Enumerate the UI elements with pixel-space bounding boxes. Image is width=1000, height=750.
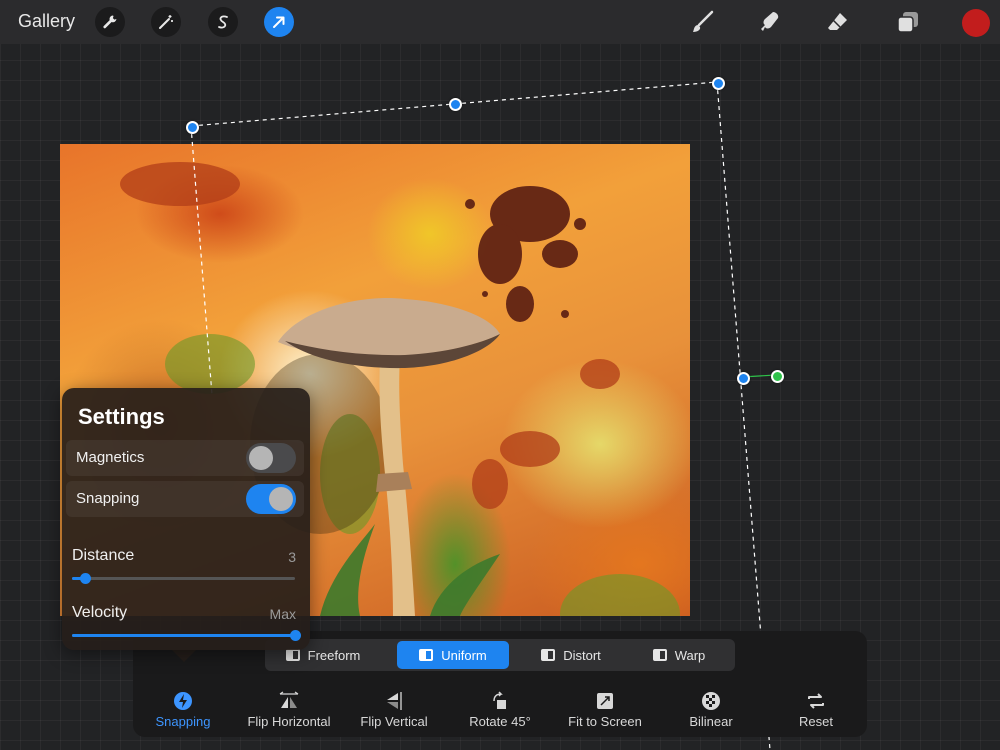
top-toolbar: Gallery xyxy=(0,0,1000,44)
gallery-button[interactable]: Gallery xyxy=(18,11,75,32)
toggle-knob xyxy=(269,487,293,511)
velocity-slider-thumb[interactable] xyxy=(290,630,301,641)
reset-button[interactable]: Reset xyxy=(761,690,871,729)
settings-popover-pointer xyxy=(172,650,196,662)
transform-handle-top-middle[interactable] xyxy=(449,98,462,111)
transform-handle-right-middle[interactable] xyxy=(737,372,750,385)
velocity-label: Velocity xyxy=(72,604,128,621)
magnetics-label: Magnetics xyxy=(76,449,145,466)
transform-arrow-icon[interactable] xyxy=(264,7,294,37)
transform-handle-top-right[interactable] xyxy=(712,77,725,90)
wrench-icon[interactable] xyxy=(95,7,125,37)
settings-popover: Settings Magnetics Snapping Distance 3 V… xyxy=(62,388,310,650)
settings-title: Settings xyxy=(78,404,165,429)
velocity-value: Max xyxy=(269,606,296,622)
brush-icon[interactable] xyxy=(690,9,716,35)
snapping-icon xyxy=(128,690,238,712)
fit-to-screen-button[interactable]: Fit to Screen xyxy=(550,690,660,729)
flip-vertical-button[interactable]: Flip Vertical xyxy=(339,690,449,729)
flip-horizontal-icon xyxy=(234,690,344,712)
eraser-icon[interactable] xyxy=(825,9,851,35)
fit-to-screen-icon xyxy=(550,690,660,712)
distance-value: 3 xyxy=(288,549,296,565)
rotation-handle[interactable] xyxy=(771,370,784,383)
snapping-button[interactable]: Snapping xyxy=(128,690,238,729)
freeform-icon xyxy=(285,649,300,661)
transform-handle-top-left[interactable] xyxy=(186,121,199,134)
bilinear-icon xyxy=(656,690,766,712)
flip-vertical-icon xyxy=(339,690,449,712)
mode-warp[interactable]: Warp xyxy=(623,641,735,669)
magic-wand-icon[interactable] xyxy=(151,7,181,37)
snapping-label: Snapping xyxy=(76,490,140,507)
smudge-icon[interactable] xyxy=(757,9,783,35)
transform-mode-bar: Freeform Uniform Distort Warp xyxy=(265,639,735,671)
selection-icon[interactable] xyxy=(208,7,238,37)
magnetics-toggle[interactable] xyxy=(246,443,296,473)
toggle-knob xyxy=(249,446,273,470)
warp-icon xyxy=(652,649,667,661)
snapping-row: Snapping xyxy=(66,481,304,517)
mode-uniform[interactable]: Uniform xyxy=(397,641,509,669)
flip-horizontal-button[interactable]: Flip Horizontal xyxy=(234,690,344,729)
snapping-toggle[interactable] xyxy=(246,484,296,514)
distance-label: Distance xyxy=(72,547,135,564)
magnetics-row: Magnetics xyxy=(66,440,304,476)
velocity-slider-fill xyxy=(72,634,295,637)
distance-slider[interactable] xyxy=(72,573,295,584)
velocity-slider[interactable] xyxy=(72,630,301,641)
reset-icon xyxy=(761,690,871,712)
mode-distort[interactable]: Distort xyxy=(515,641,627,669)
distance-slider-thumb[interactable] xyxy=(80,573,92,584)
uniform-icon xyxy=(419,649,434,661)
bilinear-button[interactable]: Bilinear xyxy=(656,690,766,729)
layers-icon[interactable] xyxy=(895,9,921,35)
rotate-icon xyxy=(445,690,555,712)
color-swatch[interactable] xyxy=(962,9,990,37)
distort-icon xyxy=(541,649,556,661)
rotate-button[interactable]: Rotate 45° xyxy=(445,690,555,729)
